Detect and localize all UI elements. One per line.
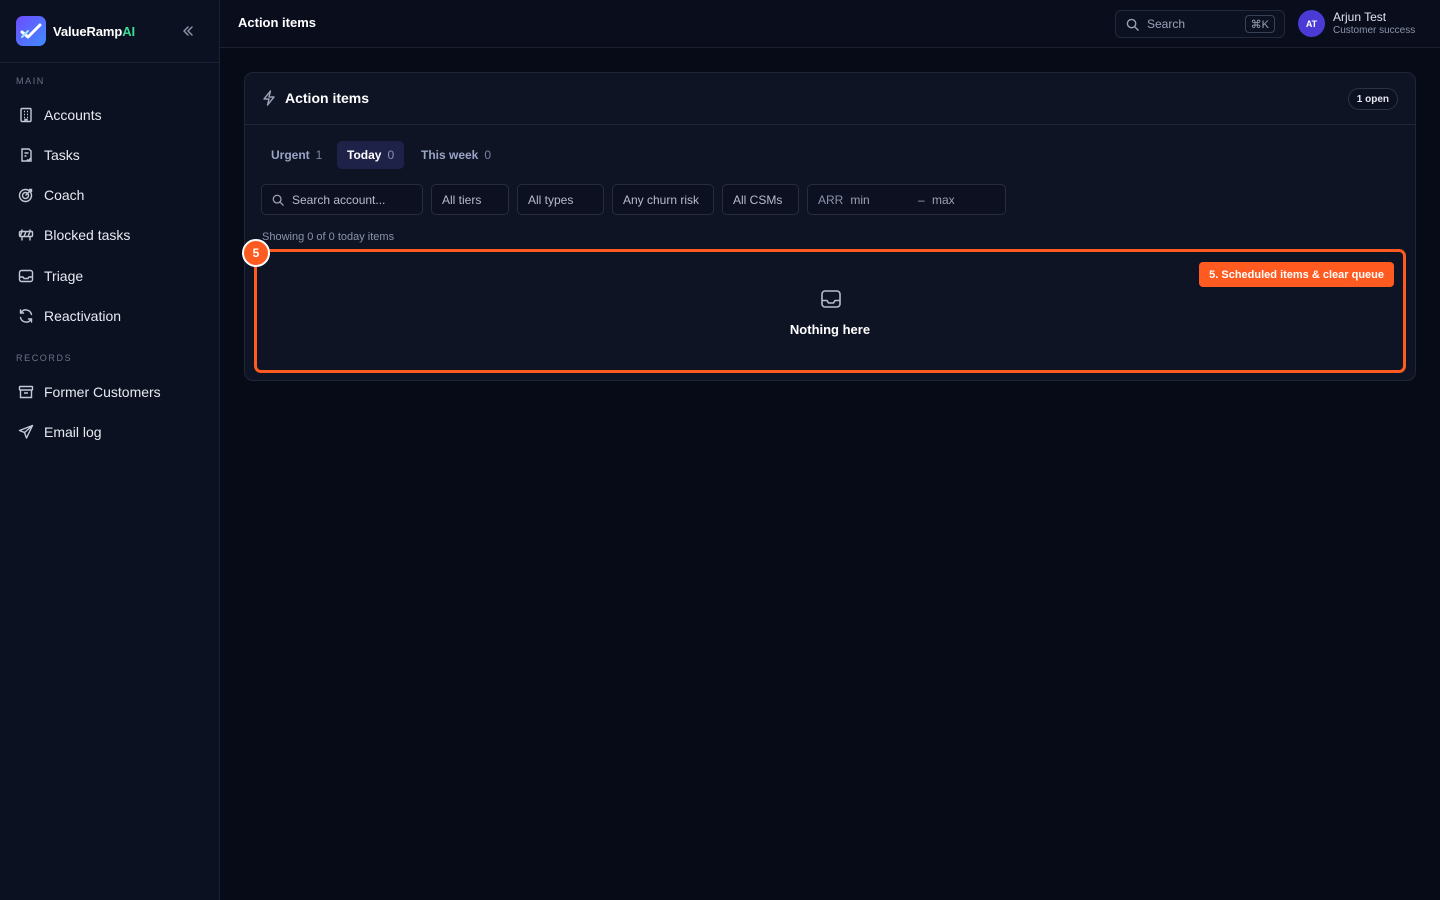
inbox-icon (17, 267, 35, 285)
sidebar-item-label: Tasks (44, 147, 80, 163)
empty-state-message: Nothing here (789, 322, 871, 337)
refresh-icon (17, 307, 35, 325)
page-title: Action items (238, 15, 317, 30)
search-icon (1126, 18, 1139, 31)
sidebar-item-label: Accounts (44, 107, 102, 123)
brand: ValueRampAI (0, 0, 219, 63)
arr-min-input[interactable]: min (850, 193, 869, 207)
sidebar-item-blocked-tasks[interactable]: Blocked tasks (0, 217, 219, 253)
archive-icon (17, 383, 35, 401)
shortcut-hint: ⌘K (1244, 15, 1275, 33)
sidebar-item-former-customers[interactable]: Former Customers (0, 374, 219, 410)
sidebar-item-coach[interactable]: Coach (0, 177, 219, 213)
collapse-sidebar-icon[interactable] (179, 22, 197, 40)
roadblock-icon (17, 226, 35, 244)
tab-label: Today (347, 148, 382, 162)
tab-count: 0 (484, 148, 492, 162)
card-header: Action items 1 open (245, 73, 1415, 125)
step-label: 5. Scheduled items & clear queue (1199, 262, 1394, 287)
brand-name: ValueRampAI (53, 23, 135, 39)
sidebar-item-label: Triage (44, 268, 84, 284)
results-count: Showing 0 of 0 today items (262, 231, 395, 243)
sidebar: ValueRampAI MAIN Accounts Tasks Coach Bl… (0, 0, 220, 900)
type-filter[interactable]: All types (517, 184, 604, 215)
sidebar-item-label: Coach (44, 187, 85, 203)
sidebar-item-reactivation[interactable]: Reactivation (0, 298, 219, 334)
section-label-records: RECORDS (16, 353, 73, 363)
search-placeholder: Search account... (292, 192, 386, 207)
tier-filter[interactable]: All tiers (431, 184, 509, 215)
action-items-card: Action items 1 open Urgent 1 Today 0 Thi… (242, 72, 1416, 381)
arr-max-input[interactable]: max (932, 193, 955, 207)
churn-risk-filter[interactable]: Any churn risk (612, 184, 714, 215)
global-search[interactable]: Search ⌘K (1115, 10, 1285, 38)
lightning-icon (262, 90, 278, 108)
card-title: Action items (285, 90, 370, 106)
sidebar-item-label: Former Customers (44, 384, 161, 400)
sidebar-item-accounts[interactable]: Accounts (0, 97, 219, 133)
search-icon (272, 194, 284, 206)
clipboard-icon (17, 146, 35, 164)
account-search-input[interactable]: Search account... (261, 184, 423, 215)
send-icon (17, 423, 35, 441)
tab-this-week[interactable]: This week 0 (411, 141, 501, 169)
tab-label: This week (421, 148, 479, 162)
sidebar-item-email-log[interactable]: Email log (0, 414, 219, 450)
empty-inbox-icon (820, 288, 842, 310)
tab-urgent[interactable]: Urgent 1 (261, 141, 332, 169)
arr-separator: – (918, 192, 925, 207)
sidebar-item-label: Reactivation (44, 308, 122, 324)
arr-label: ARR (818, 192, 844, 207)
sidebar-item-label: Email log (44, 424, 102, 440)
topbar: Action items Search ⌘K AT Arjun Test Cus… (220, 0, 1440, 48)
open-count-badge: 1 open (1347, 88, 1398, 110)
step-number-badge: 5 (242, 239, 270, 267)
avatar[interactable]: AT (1298, 10, 1325, 37)
user-name: Arjun Test (1333, 10, 1387, 24)
section-label-main: MAIN (16, 76, 45, 86)
arr-range-filter[interactable]: ARR min – max (807, 184, 1006, 215)
target-icon (17, 186, 35, 204)
user-role: Customer success (1333, 25, 1416, 36)
search-label: Search (1147, 17, 1186, 31)
tab-today[interactable]: Today 0 (337, 141, 405, 169)
sidebar-item-triage[interactable]: Triage (0, 258, 219, 294)
logo-icon[interactable] (16, 16, 46, 46)
sidebar-item-tasks[interactable]: Tasks (0, 137, 219, 173)
sidebar-item-label: Blocked tasks (44, 227, 131, 243)
tab-count: 0 (387, 148, 395, 162)
building-icon (17, 106, 35, 124)
tab-label: Urgent (271, 148, 310, 162)
tab-count: 1 (315, 148, 323, 162)
csm-filter[interactable]: All CSMs (722, 184, 799, 215)
